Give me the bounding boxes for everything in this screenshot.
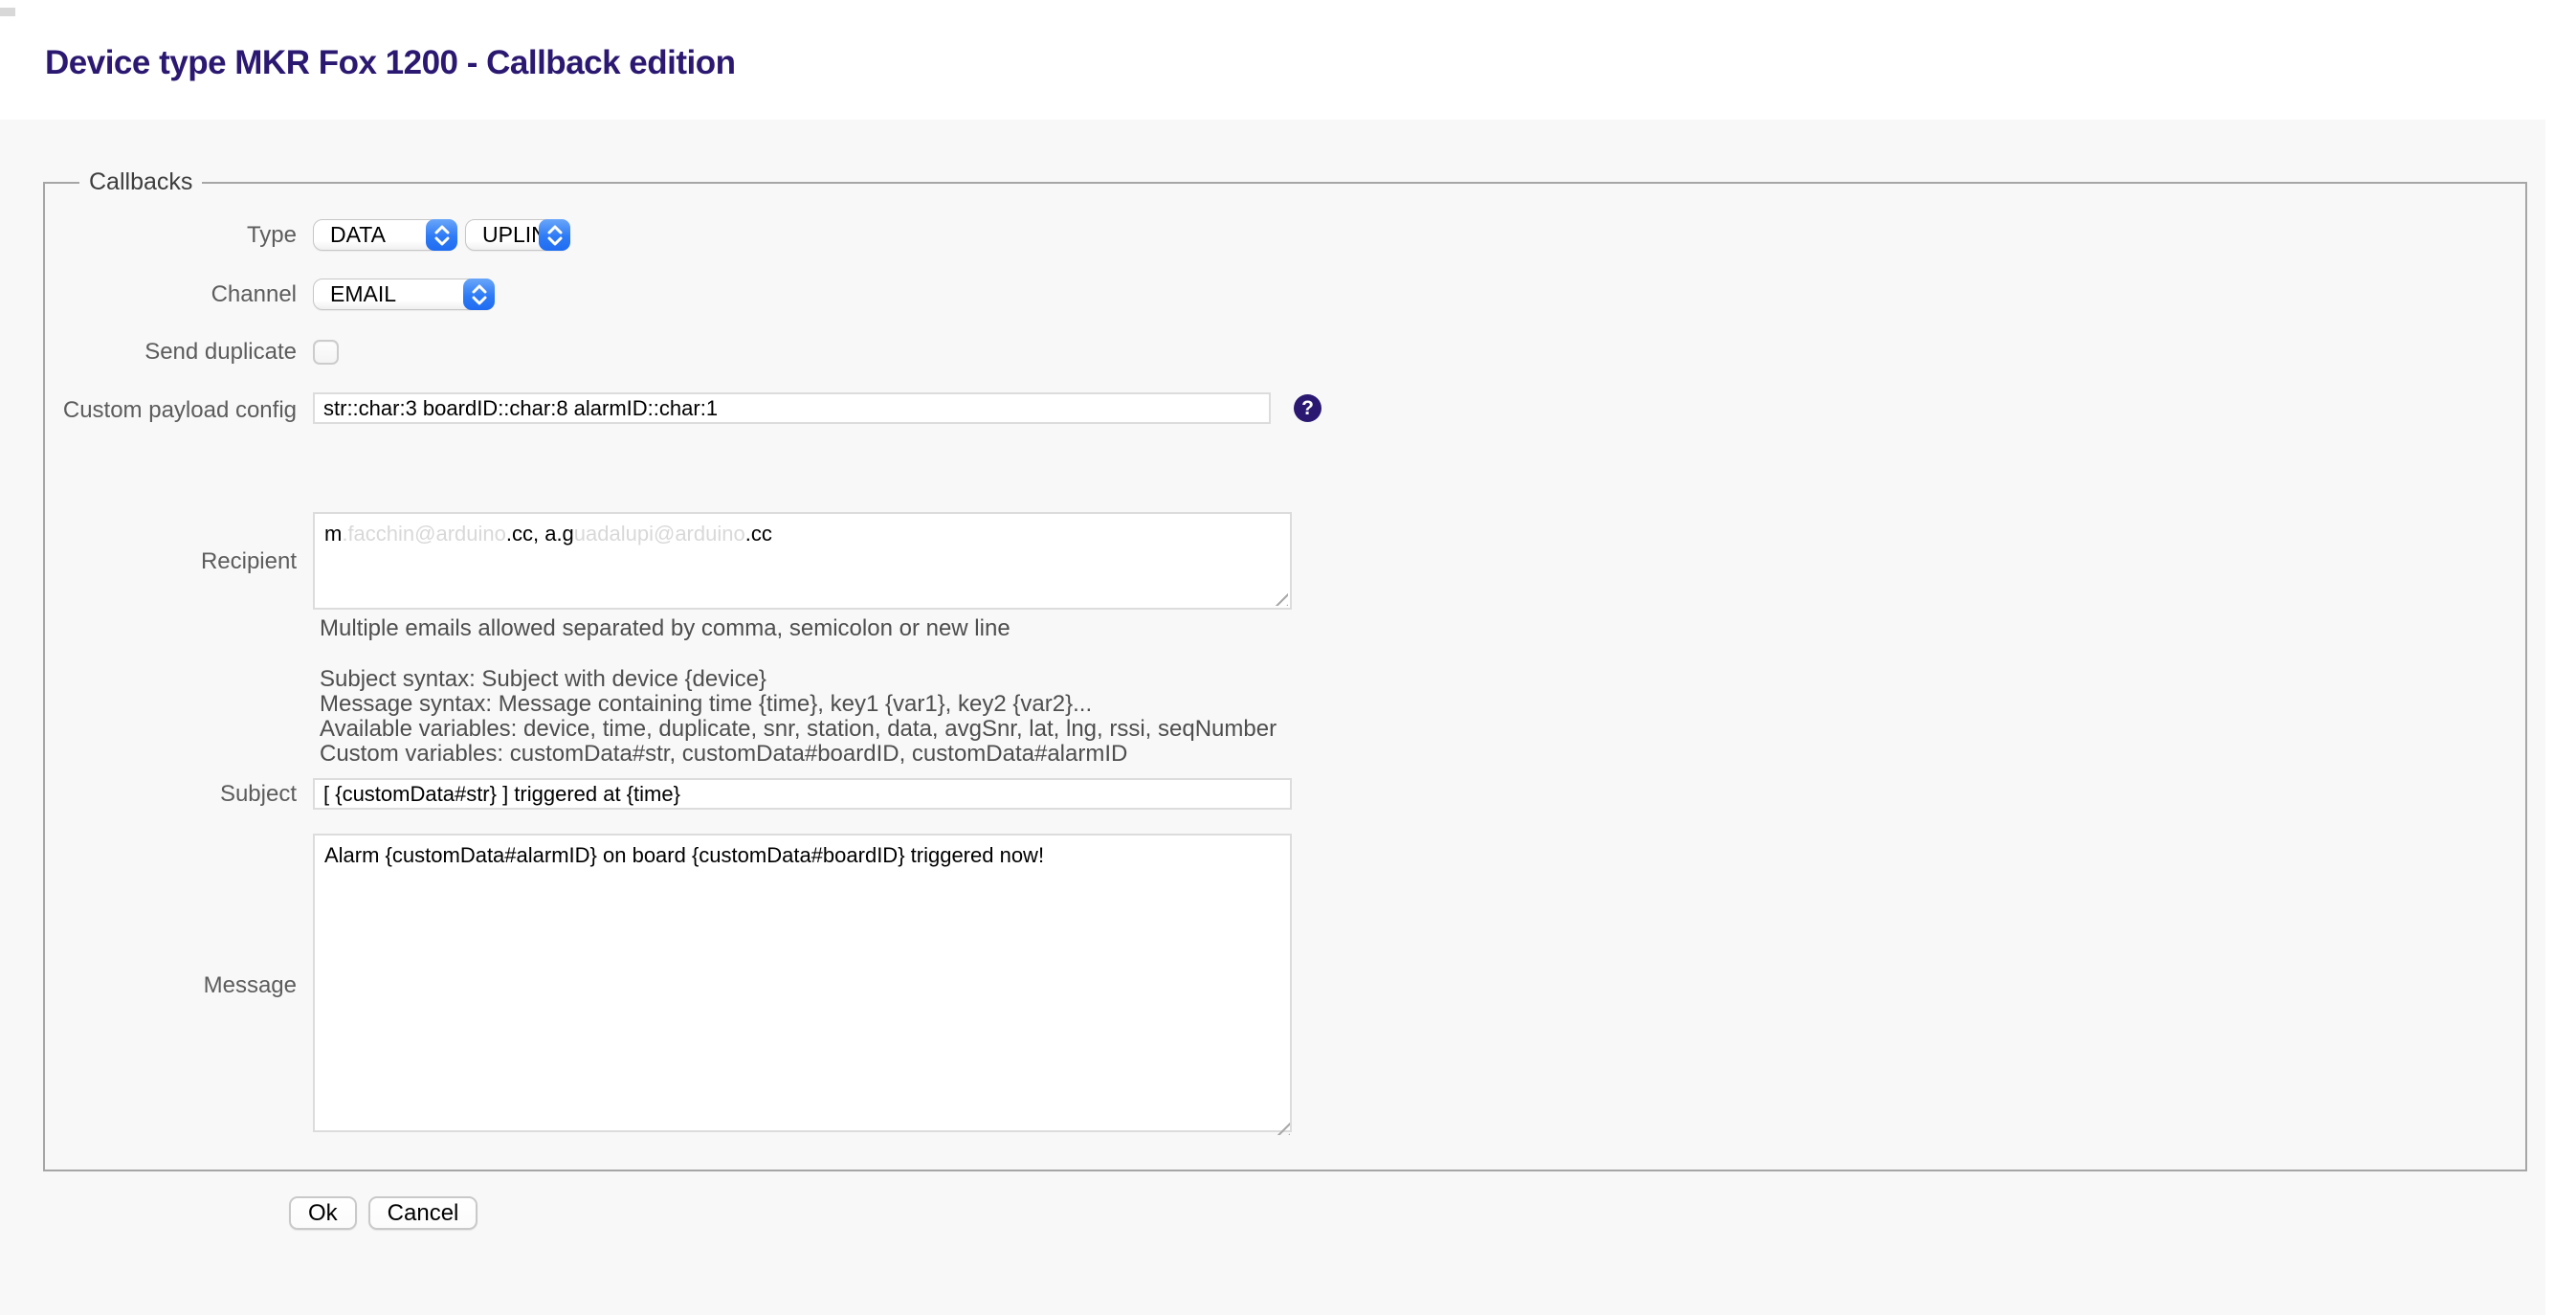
recipient-hint: Multiple emails allowed separated by com… xyxy=(320,615,2525,641)
type-select-data-value: DATA xyxy=(330,222,386,248)
channel-select-value: EMAIL xyxy=(330,281,396,307)
up-down-chevrons-icon xyxy=(544,223,566,248)
recipient-text-segment-redacted: uadalupi@arduino xyxy=(574,522,745,546)
cancel-button[interactable]: Cancel xyxy=(368,1196,478,1230)
type-select-direction[interactable]: UPLINK xyxy=(465,219,570,251)
type-select-data[interactable]: DATA xyxy=(313,219,457,251)
message-label: Message xyxy=(45,971,297,999)
form-actions: Ok Cancel xyxy=(289,1196,477,1230)
recipient-text-segment: .cc xyxy=(745,522,772,546)
recipient-label: Recipient xyxy=(45,547,297,575)
select-stepper[interactable] xyxy=(463,279,495,310)
recipient-text-segment: m xyxy=(324,522,342,546)
page-title: Device type MKR Fox 1200 - Callback edit… xyxy=(45,44,736,82)
type-label: Type xyxy=(45,221,297,249)
syntax-help-line: Custom variables: customData#str, custom… xyxy=(320,742,2525,767)
subject-label: Subject xyxy=(45,780,297,808)
select-stepper[interactable] xyxy=(426,219,457,251)
message-textarea[interactable]: Alarm {customData#alarmID} on board {cus… xyxy=(313,834,1292,1132)
callbacks-fieldset: Callbacks Type DATA UPLINK Cha xyxy=(43,168,2527,1171)
recipient-text-segment: .cc, a.g xyxy=(506,522,574,546)
channel-row: Channel EMAIL xyxy=(45,279,2525,310)
resize-handle[interactable] xyxy=(1269,587,1288,606)
up-down-chevrons-icon xyxy=(469,282,490,307)
recipient-row: Recipient m.facchin@arduino.cc, a.guadal… xyxy=(45,512,2525,610)
custom-payload-input[interactable] xyxy=(313,392,1271,424)
select-stepper[interactable] xyxy=(539,219,570,251)
ok-button[interactable]: Ok xyxy=(289,1196,357,1230)
syntax-help-line: Message syntax: Message containing time … xyxy=(320,692,2525,717)
subject-row: Subject xyxy=(45,778,2525,810)
message-row: Message Alarm {customData#alarmID} on bo… xyxy=(45,834,2525,1137)
custom-payload-label: Custom payload config xyxy=(45,396,297,424)
callbacks-legend: Callbacks xyxy=(79,168,202,196)
send-duplicate-checkbox[interactable] xyxy=(313,340,339,365)
syntax-help-line: Subject syntax: Subject with device {dev… xyxy=(320,667,2525,692)
channel-label: Channel xyxy=(45,280,297,308)
recipient-textarea[interactable]: m.facchin@arduino.cc, a.guadalupi@arduin… xyxy=(313,512,1292,610)
help-icon[interactable]: ? xyxy=(1294,394,1321,422)
channel-select[interactable]: EMAIL xyxy=(313,279,495,310)
recipient-text-segment-redacted: .facchin@arduino xyxy=(342,522,506,546)
subject-input[interactable] xyxy=(313,778,1292,810)
up-down-chevrons-icon xyxy=(432,223,453,248)
send-duplicate-label: Send duplicate xyxy=(45,338,297,366)
syntax-help-line: Available variables: device, time, dupli… xyxy=(320,717,2525,742)
syntax-help-block: Subject syntax: Subject with device {dev… xyxy=(320,667,2525,767)
send-duplicate-row: Send duplicate xyxy=(45,338,2525,366)
type-row: Type DATA UPLINK xyxy=(45,219,2525,251)
window-edge-artifact xyxy=(0,8,15,16)
custom-payload-row: Custom payload config ? xyxy=(45,392,2525,424)
